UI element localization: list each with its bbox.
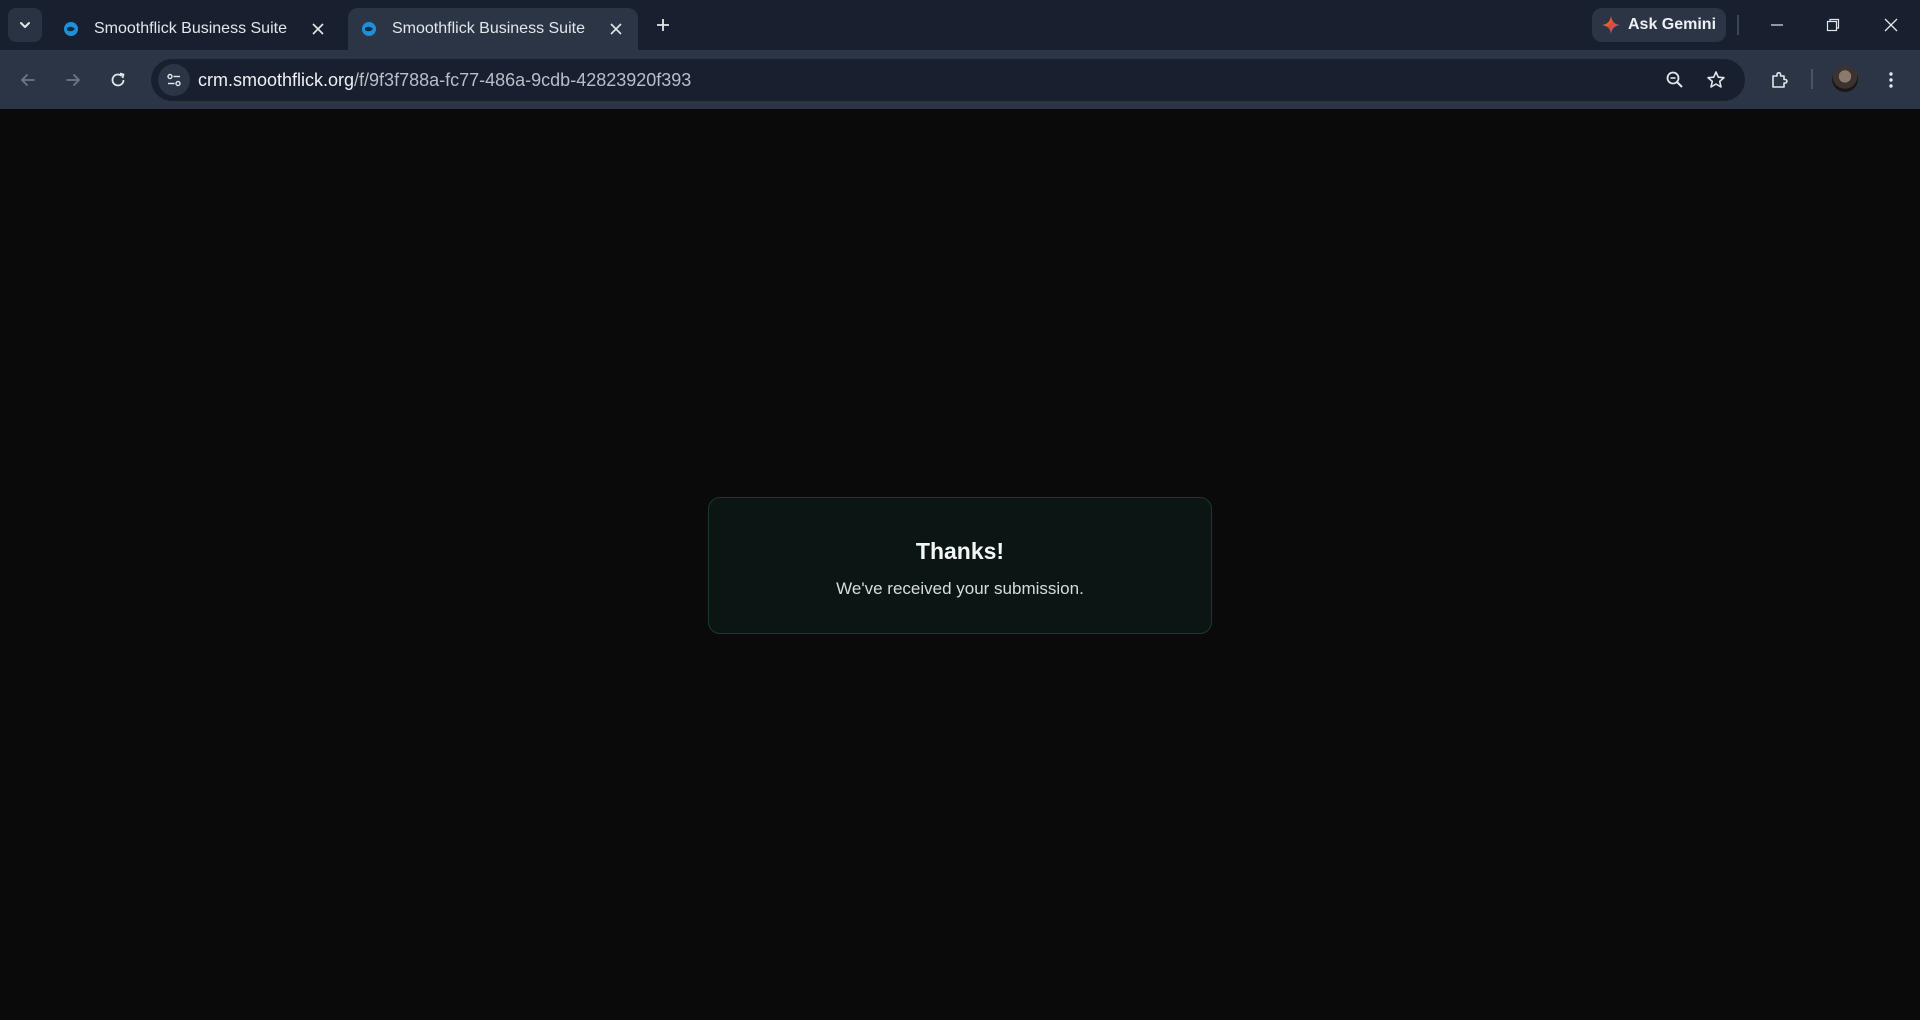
submission-confirmation-card: Thanks! We've received your submission.: [708, 497, 1212, 634]
restore-button[interactable]: [1810, 5, 1856, 45]
menu-button[interactable]: [1874, 63, 1908, 97]
back-button[interactable]: [11, 63, 45, 97]
smoothflick-favicon-icon: [362, 22, 376, 36]
url-path: /f/9f3f788a-fc77-486a-9cdb-42823920f393: [354, 70, 692, 90]
tab-strip: Smoothflick Business Suite Smoothflick B…: [0, 0, 1920, 50]
zoom-out-icon: [1666, 71, 1683, 88]
arrow-left-icon: [21, 74, 35, 86]
close-window-button[interactable]: [1868, 5, 1914, 45]
tab-search-button[interactable]: [8, 8, 42, 42]
page-viewport: Thanks! We've received your submission.: [0, 109, 1920, 1020]
chevron-down-icon: [20, 22, 30, 28]
forward-button[interactable]: [56, 63, 90, 97]
url-host: crm.smoothflick.org: [198, 70, 355, 90]
tab-title: Smoothflick Business Suite: [94, 20, 287, 37]
close-icon: [1884, 18, 1898, 32]
tune-icon: [167, 73, 181, 87]
divider: [1737, 15, 1739, 35]
minimize-button[interactable]: [1754, 5, 1800, 45]
bookmark-button[interactable]: [1700, 64, 1732, 96]
site-info-button[interactable]: [158, 64, 190, 96]
confirmation-message: We've received your submission.: [836, 579, 1084, 598]
confirmation-heading: Thanks!: [915, 538, 1005, 564]
zoom-button[interactable]: [1659, 64, 1691, 96]
ask-gemini-label: Ask Gemini: [1627, 16, 1717, 33]
new-tab-button[interactable]: [648, 10, 678, 40]
minimize-icon: [1771, 24, 1783, 26]
puzzle-icon: [1772, 71, 1788, 88]
extensions-button[interactable]: [1763, 63, 1797, 97]
gemini-sparkle-icon: [1601, 16, 1620, 34]
reload-icon: [111, 72, 125, 87]
profile-avatar[interactable]: [1832, 66, 1858, 92]
reload-button[interactable]: [101, 63, 135, 97]
restore-icon: [1826, 18, 1840, 32]
address-bar[interactable]: crm.smoothflick.org/f/9f3f788a-fc77-486a…: [151, 59, 1745, 101]
url-text[interactable]: crm.smoothflick.org/f/9f3f788a-fc77-486a…: [198, 70, 691, 91]
arrow-right-icon: [66, 74, 80, 86]
tab-smoothflick-2[interactable]: Smoothflick Business Suite: [348, 8, 638, 50]
close-tab-icon[interactable]: [304, 15, 332, 43]
close-tab-icon[interactable]: [602, 15, 630, 43]
ask-gemini-button[interactable]: Ask Gemini: [1592, 8, 1726, 42]
more-vertical-icon: [1889, 72, 1893, 88]
tab-title: Smoothflick Business Suite: [392, 20, 585, 37]
plus-icon: [657, 19, 669, 31]
smoothflick-favicon-icon: [64, 22, 78, 36]
tab-smoothflick-1[interactable]: Smoothflick Business Suite: [50, 8, 340, 50]
divider: [1811, 69, 1813, 89]
star-icon: [1707, 71, 1725, 88]
